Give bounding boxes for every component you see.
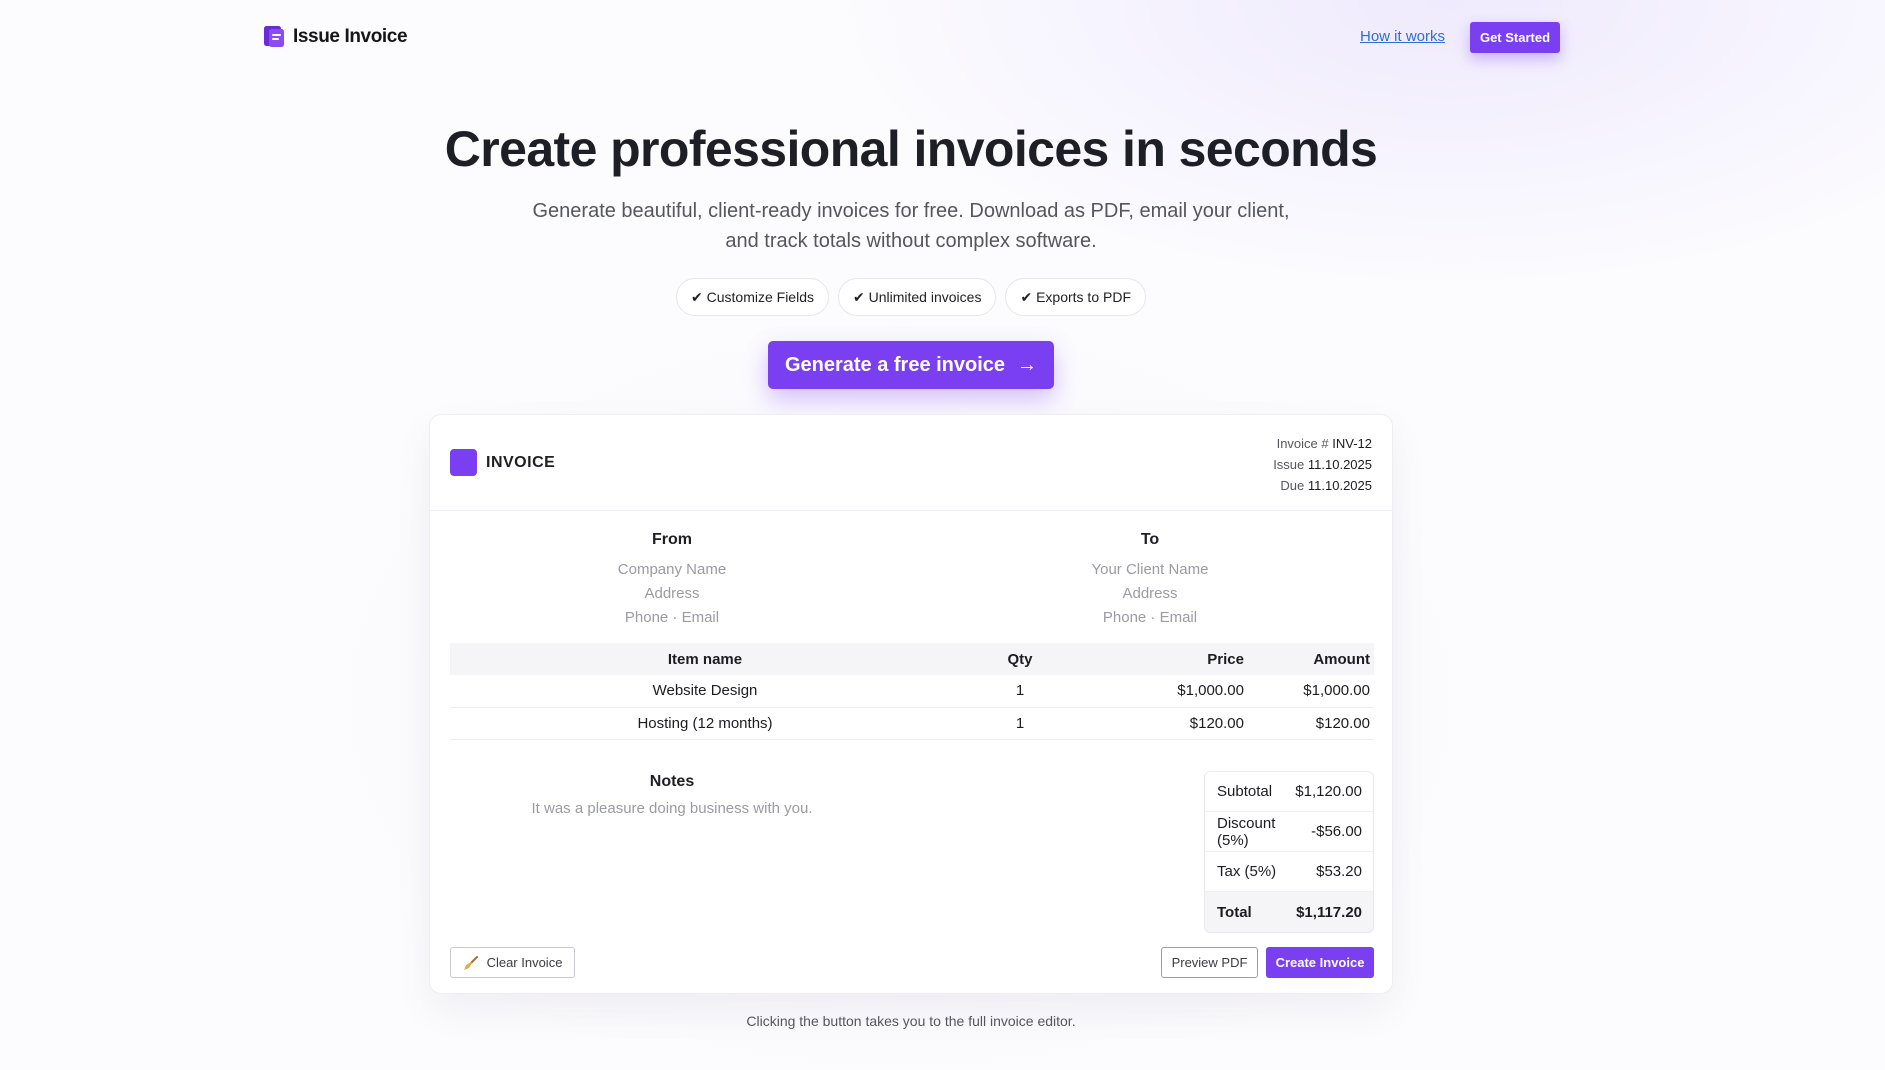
to-heading: To xyxy=(1140,531,1160,548)
line-items-table: Item name Qty Price Amount Website Desig… xyxy=(450,643,1374,740)
hero-subtitle-line: and track totals without complex softwar… xyxy=(725,230,1097,252)
totals-box: Subtotal $1,120.00 Discount (5%) -$56.00… xyxy=(1204,771,1374,933)
item-amount-cell: $120.00 xyxy=(1244,707,1374,740)
clear-invoice-label: Clear Invoice xyxy=(486,955,563,970)
discount-value: -$56.00 xyxy=(1311,823,1362,840)
due-date-label: Due xyxy=(1280,478,1305,493)
invoice-meta: Invoice # INV-12 Issue 11.10.2025 Due 11… xyxy=(1273,433,1372,496)
table-row[interactable]: Hosting (12 months) 1 $120.00 $120.00 xyxy=(450,707,1374,740)
hero-subtitle: Generate beautiful, client-ready invoice… xyxy=(520,196,1302,256)
feature-pill: ✔ Exports to PDF xyxy=(1005,278,1146,316)
col-amount: Amount xyxy=(1244,643,1374,675)
table-header-row: Item name Qty Price Amount xyxy=(450,643,1374,675)
feature-pills: ✔ Customize Fields ✔ Unlimited invoices … xyxy=(0,278,1822,316)
item-name-cell[interactable]: Website Design xyxy=(450,675,960,708)
invoice-preview-card: INVOICE Invoice # INV-12 Issue 11.10.202… xyxy=(429,414,1393,994)
subtotal-value: $1,120.00 xyxy=(1295,783,1362,800)
invoice-number[interactable]: INV-12 xyxy=(1332,436,1372,451)
feature-pill: ✔ Customize Fields xyxy=(676,278,829,316)
footnote: Clicking the button takes you to the ful… xyxy=(746,1013,1076,1029)
brand-name: Issue Invoice xyxy=(293,26,408,47)
generate-invoice-label: Generate a free invoice xyxy=(784,353,1006,376)
invoice-number-row: Invoice # INV-12 xyxy=(1273,433,1372,454)
item-qty-cell[interactable]: 1 xyxy=(960,707,1080,740)
invoice-due-row: Due 11.10.2025 xyxy=(1273,475,1372,496)
brand[interactable]: Issue Invoice xyxy=(263,25,408,49)
broom-icon xyxy=(463,955,478,970)
invoice-title: INVOICE xyxy=(486,454,556,471)
from-heading: From xyxy=(652,531,692,548)
generate-invoice-button[interactable]: Generate a free invoice → xyxy=(768,341,1054,389)
how-it-works-link[interactable]: How it works xyxy=(1360,28,1445,45)
from-company-field[interactable]: Company Name xyxy=(472,558,872,582)
tax-label: Tax (5%) xyxy=(1217,863,1277,880)
subtotal-label: Subtotal xyxy=(1217,783,1273,800)
clear-invoice-button[interactable]: Clear Invoice xyxy=(450,947,575,978)
tax-row: Tax (5%) $53.20 xyxy=(1205,852,1373,892)
col-qty: Qty xyxy=(960,643,1080,675)
to-contact-field[interactable]: Phone · Email xyxy=(950,606,1350,630)
hero-subtitle-line: Generate beautiful, client-ready invoice… xyxy=(532,200,1290,222)
item-price-cell[interactable]: $120.00 xyxy=(1080,707,1244,740)
invoice-number-label: Invoice # xyxy=(1276,436,1329,451)
invoice-logo[interactable] xyxy=(450,449,477,476)
table-row[interactable]: Website Design 1 $1,000.00 $1,000.00 xyxy=(450,675,1374,708)
to-address-field[interactable]: Address xyxy=(950,582,1350,606)
item-qty-cell[interactable]: 1 xyxy=(960,675,1080,708)
get-started-button[interactable]: Get Started xyxy=(1470,22,1560,53)
item-amount-cell: $1,000.00 xyxy=(1244,675,1374,708)
hero-title: Create professional invoices in seconds xyxy=(444,121,1378,177)
to-client-field[interactable]: Your Client Name xyxy=(950,558,1350,582)
col-price: Price xyxy=(1080,643,1244,675)
notes-section: Notes It was a pleasure doing business w… xyxy=(472,773,872,817)
from-contact-field[interactable]: Phone · Email xyxy=(472,606,872,630)
total-row: Total $1,117.20 xyxy=(1205,892,1373,932)
notes-field[interactable]: It was a pleasure doing business with yo… xyxy=(472,800,872,817)
to-section: To Your Client Name Address Phone · Emai… xyxy=(950,531,1350,630)
create-invoice-button[interactable]: Create Invoice xyxy=(1266,947,1374,978)
item-price-cell[interactable]: $1,000.00 xyxy=(1080,675,1244,708)
preview-pdf-button[interactable]: Preview PDF xyxy=(1161,947,1258,978)
total-value: $1,117.20 xyxy=(1296,903,1362,921)
invoice-issue-row: Issue 11.10.2025 xyxy=(1273,454,1372,475)
issue-date-label: Issue xyxy=(1273,457,1305,472)
total-label: Total xyxy=(1217,903,1252,921)
col-item-name: Item name xyxy=(450,643,960,675)
from-section: From Company Name Address Phone · Email xyxy=(472,531,872,630)
issue-date[interactable]: 11.10.2025 xyxy=(1308,457,1372,472)
invoice-header: INVOICE Invoice # INV-12 Issue 11.10.202… xyxy=(430,415,1392,511)
arrow-right-icon: → xyxy=(1017,353,1038,376)
notes-heading: Notes xyxy=(649,773,695,790)
invoice-doc-icon xyxy=(264,26,284,47)
item-name-cell[interactable]: Hosting (12 months) xyxy=(450,707,960,740)
from-address-field[interactable]: Address xyxy=(472,582,872,606)
due-date[interactable]: 11.10.2025 xyxy=(1308,478,1372,493)
discount-row: Discount (5%) -$56.00 xyxy=(1205,812,1373,852)
top-nav: Issue Invoice How it works Get Started xyxy=(263,22,1560,53)
feature-pill: ✔ Unlimited invoices xyxy=(838,278,997,316)
discount-label: Discount (5%) xyxy=(1217,814,1276,849)
subtotal-row: Subtotal $1,120.00 xyxy=(1205,772,1373,812)
tax-value: $53.20 xyxy=(1316,863,1362,880)
